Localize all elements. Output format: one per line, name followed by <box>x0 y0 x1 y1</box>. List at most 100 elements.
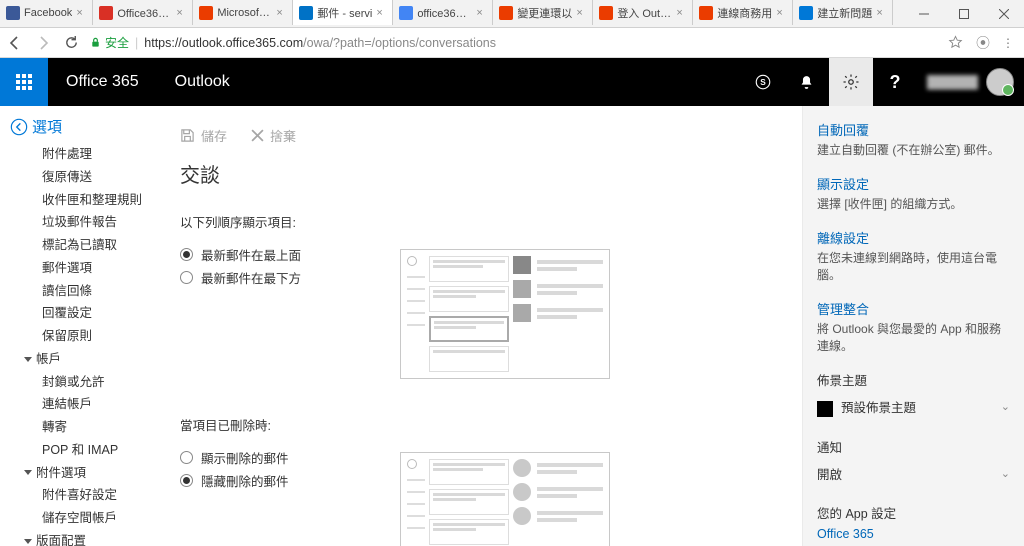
skype-icon[interactable]: S <box>741 58 785 106</box>
close-icon[interactable]: × <box>776 7 786 19</box>
address-field[interactable]: 安全 | https://outlook.office365.com/owa/?… <box>90 34 936 51</box>
your-apps-heading: 您的 App 設定 <box>817 503 1010 522</box>
deleted-subhead: 當項目已刪除時: <box>180 415 782 434</box>
main-panel: 儲存 捨棄 交談 以下列順序顯示項目: 最新郵件在最上面 最新郵件在最下方 <box>160 106 802 546</box>
manage-link[interactable]: 管理整合 <box>817 299 1010 318</box>
tab-title: 建立新問題 <box>817 5 872 21</box>
sidebar-item[interactable]: 復原傳送 <box>0 166 160 189</box>
o365-header: Office 365 Outlook S ? ██████ <box>0 58 1024 106</box>
close-icon[interactable]: × <box>376 7 386 19</box>
radio-show-deleted[interactable]: 顯示刪除的郵件 <box>180 448 400 467</box>
favicon-icon <box>6 6 20 20</box>
chrome-address-bar: 安全 | https://outlook.office365.com/owa/?… <box>0 28 1024 58</box>
sidebar-item[interactable]: 儲存空間帳戶 <box>0 507 160 530</box>
tab-title: Office365設 <box>117 5 172 21</box>
auto-reply-desc: 建立自動回覆 (不在辦公室) 郵件。 <box>817 141 1010 158</box>
close-icon[interactable]: × <box>176 7 186 19</box>
sidebar-item[interactable]: 讀信回條 <box>0 280 160 303</box>
url-text: https://outlook.office365.com/owa/?path=… <box>144 36 496 50</box>
radio-icon <box>180 451 193 464</box>
browser-tab[interactable]: 建立新問題 × <box>793 0 893 25</box>
browser-tab[interactable]: Facebook× <box>0 0 93 25</box>
theme-section[interactable]: 佈景主題 預設佈景主題 ⌄ <box>817 370 1010 421</box>
sidebar-item[interactable]: 標記為已讀取 <box>0 234 160 257</box>
close-icon[interactable]: × <box>576 7 586 19</box>
chevron-down-icon: ⌄ <box>1001 400 1010 413</box>
extension-icon[interactable]: ⦿ <box>974 34 992 52</box>
sidebar-item[interactable]: 附件喜好設定 <box>0 484 160 507</box>
svg-text:S: S <box>760 78 766 87</box>
display-link[interactable]: 顯示設定 <box>817 174 1010 193</box>
close-icon[interactable]: × <box>876 7 886 19</box>
save-button[interactable]: 儲存 <box>180 126 227 145</box>
auto-reply-section: 自動回覆 建立自動回覆 (不在辦公室) 郵件。 <box>817 120 1010 158</box>
close-icon[interactable]: × <box>476 7 486 19</box>
close-icon[interactable]: × <box>76 7 86 19</box>
theme-swatch <box>817 401 833 417</box>
caret-icon <box>24 357 32 362</box>
user-menu[interactable]: ██████ <box>917 68 1024 96</box>
sidebar-group[interactable]: 帳戶 <box>0 348 160 371</box>
favicon-icon <box>199 6 213 20</box>
sidebar-group[interactable]: 版面配置 <box>0 530 160 546</box>
star-button[interactable] <box>946 34 964 52</box>
preview-deleted <box>400 452 610 546</box>
avatar <box>986 68 1014 96</box>
sidebar-item[interactable]: POP 和 IMAP <box>0 439 160 462</box>
sidebar-item[interactable]: 回覆設定 <box>0 302 160 325</box>
close-icon[interactable]: × <box>276 7 286 19</box>
reload-button[interactable] <box>62 34 80 52</box>
radio-icon <box>180 271 193 284</box>
sidebar-item[interactable]: 封鎖或允許 <box>0 371 160 394</box>
app-link[interactable]: Office 365 <box>817 526 1010 542</box>
content: 選項 附件處理復原傳送收件匣和整理規則垃圾郵件報告標記為已讀取郵件選項讀信回條回… <box>0 106 1024 546</box>
options-back[interactable]: 選項 <box>0 114 160 143</box>
browser-tab[interactable]: 郵件 - servi× <box>293 0 393 25</box>
window-maximize[interactable] <box>944 1 984 27</box>
app-label[interactable]: Outlook <box>157 73 248 91</box>
discard-button[interactable]: 捨棄 <box>251 126 296 145</box>
sidebar-item[interactable]: 垃圾郵件報告 <box>0 211 160 234</box>
notifications-section[interactable]: 通知 開啟 ⌄ <box>817 437 1010 487</box>
window-close[interactable] <box>984 1 1024 27</box>
radio-newest-top[interactable]: 最新郵件在最上面 <box>180 245 400 264</box>
radio-icon <box>180 474 193 487</box>
browser-tab[interactable]: 連線商務用× <box>693 0 793 25</box>
display-section: 顯示設定 選擇 [收件匣] 的組織方式。 <box>817 174 1010 212</box>
back-button[interactable] <box>6 34 24 52</box>
sidebar-group[interactable]: 附件選項 <box>0 462 160 485</box>
sidebar-item[interactable]: 收件匣和整理規則 <box>0 189 160 212</box>
close-icon <box>251 129 264 142</box>
browser-tab[interactable]: 登入 Outloo× <box>593 0 693 25</box>
sidebar-item[interactable]: 附件處理 <box>0 143 160 166</box>
browser-tab[interactable]: 變更連環以× <box>493 0 593 25</box>
secure-badge: 安全 <box>90 34 129 51</box>
chrome-menu[interactable]: ⋮ <box>1002 36 1018 50</box>
sidebar-item[interactable]: 保留原則 <box>0 325 160 348</box>
tab-title: Microsoft C <box>217 7 272 19</box>
app-launcher[interactable] <box>0 58 48 106</box>
browser-tab[interactable]: Office365設 × <box>93 0 193 25</box>
forward-button[interactable] <box>34 34 52 52</box>
lock-icon <box>90 37 101 48</box>
offline-link[interactable]: 離線設定 <box>817 228 1010 247</box>
browser-tab[interactable]: Microsoft C × <box>193 0 293 25</box>
brand-label[interactable]: Office 365 <box>48 73 157 91</box>
sidebar-item[interactable]: 轉寄 <box>0 416 160 439</box>
save-icon <box>180 128 195 143</box>
close-icon[interactable]: × <box>676 7 686 19</box>
app-link[interactable]: 郵件 <box>817 542 1010 546</box>
theme-heading: 佈景主題 <box>817 370 1010 389</box>
waffle-icon <box>16 74 32 90</box>
window-minimize[interactable] <box>904 1 944 27</box>
radio-newest-bottom[interactable]: 最新郵件在最下方 <box>180 268 400 287</box>
browser-tab[interactable]: office365 設× <box>393 0 493 25</box>
radio-hide-deleted[interactable]: 隱藏刪除的郵件 <box>180 471 400 490</box>
sidebar-item[interactable]: 郵件選項 <box>0 257 160 280</box>
auto-reply-link[interactable]: 自動回覆 <box>817 120 1010 139</box>
settings-icon[interactable] <box>829 58 873 106</box>
sidebar-item[interactable]: 連結帳戶 <box>0 393 160 416</box>
notifications-icon[interactable] <box>785 58 829 106</box>
manage-desc: 將 Outlook 與您最愛的 App 和服務連線。 <box>817 320 1010 354</box>
help-icon[interactable]: ? <box>873 58 917 106</box>
